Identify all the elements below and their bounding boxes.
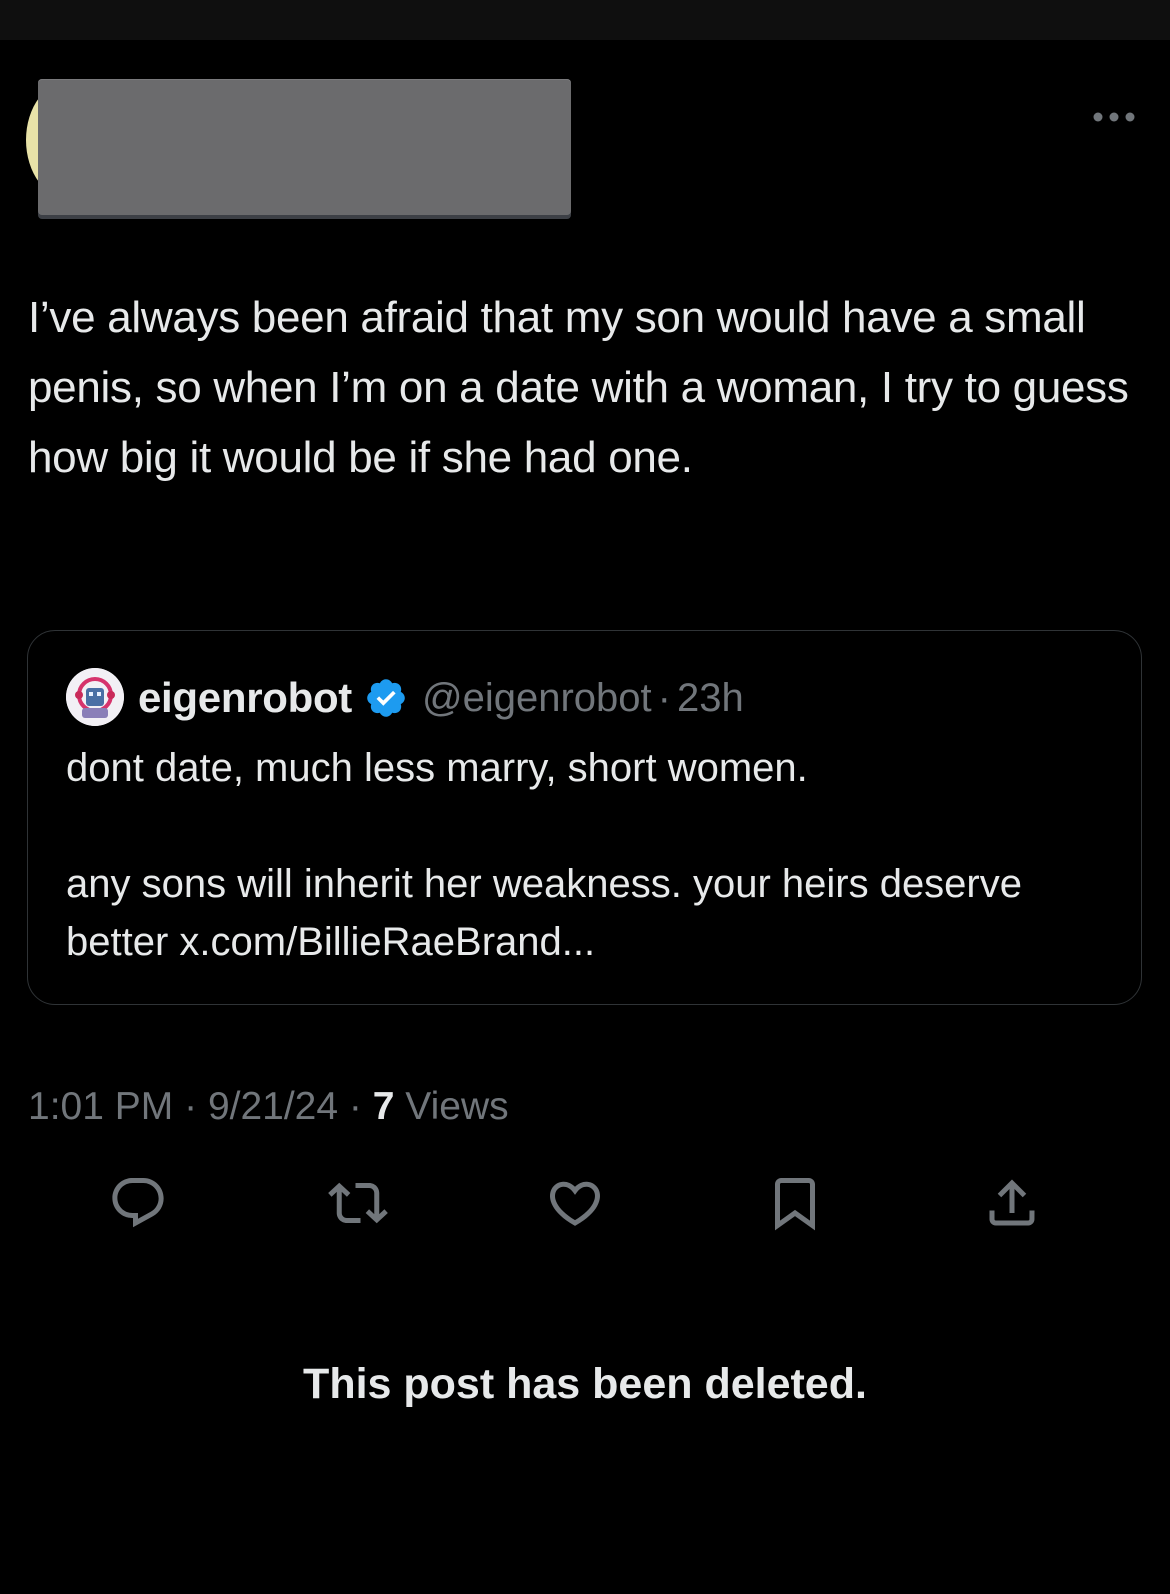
repost-button[interactable] bbox=[323, 1168, 393, 1238]
views-count: 7 bbox=[372, 1085, 395, 1128]
share-icon bbox=[989, 1179, 1035, 1226]
quoted-author-handle[interactable]: @eigenrobot bbox=[422, 676, 652, 721]
quoted-tweet-header: eigenrobot @eigenrobot · 23h bbox=[138, 671, 744, 725]
heart-icon bbox=[549, 1181, 601, 1226]
share-button[interactable] bbox=[977, 1168, 1047, 1238]
tweet-meta: 1:01 PM · 9/21/24 · 7 Views bbox=[28, 1085, 509, 1129]
separator-dot: · bbox=[348, 1085, 362, 1128]
quoted-author-name[interactable]: eigenrobot bbox=[138, 674, 352, 722]
quoted-tweet-text: dont date, much less marry, short women.… bbox=[66, 746, 1022, 964]
repost-icon bbox=[328, 1182, 388, 1224]
bookmark-icon bbox=[775, 1178, 815, 1231]
quoted-tweet[interactable]: eigenrobot @eigenrobot · 23h dont date, … bbox=[27, 630, 1142, 1005]
bookmark-button[interactable] bbox=[760, 1168, 830, 1238]
views-label: Views bbox=[405, 1085, 509, 1128]
deleted-notice: This post has been deleted. bbox=[303, 1360, 867, 1408]
more-horizontal-icon[interactable] bbox=[1092, 110, 1136, 122]
tweet-time[interactable]: 1:01 PM bbox=[28, 1085, 173, 1128]
reply-icon bbox=[112, 1178, 164, 1228]
action-bar bbox=[0, 1168, 1170, 1238]
tweet-date[interactable]: 9/21/24 bbox=[208, 1085, 338, 1128]
quoted-author-avatar[interactable] bbox=[66, 668, 124, 726]
tweet-text: I’ve always been afraid that my son woul… bbox=[28, 293, 1141, 482]
like-button[interactable] bbox=[540, 1168, 610, 1238]
top-bar bbox=[0, 0, 1170, 40]
separator-dot: · bbox=[657, 675, 671, 720]
separator-dot: · bbox=[184, 1085, 198, 1128]
reply-button[interactable] bbox=[103, 1168, 173, 1238]
quoted-tweet-time[interactable]: 23h bbox=[677, 676, 744, 721]
verified-badge-icon bbox=[367, 679, 405, 717]
redaction-block bbox=[38, 79, 571, 215]
